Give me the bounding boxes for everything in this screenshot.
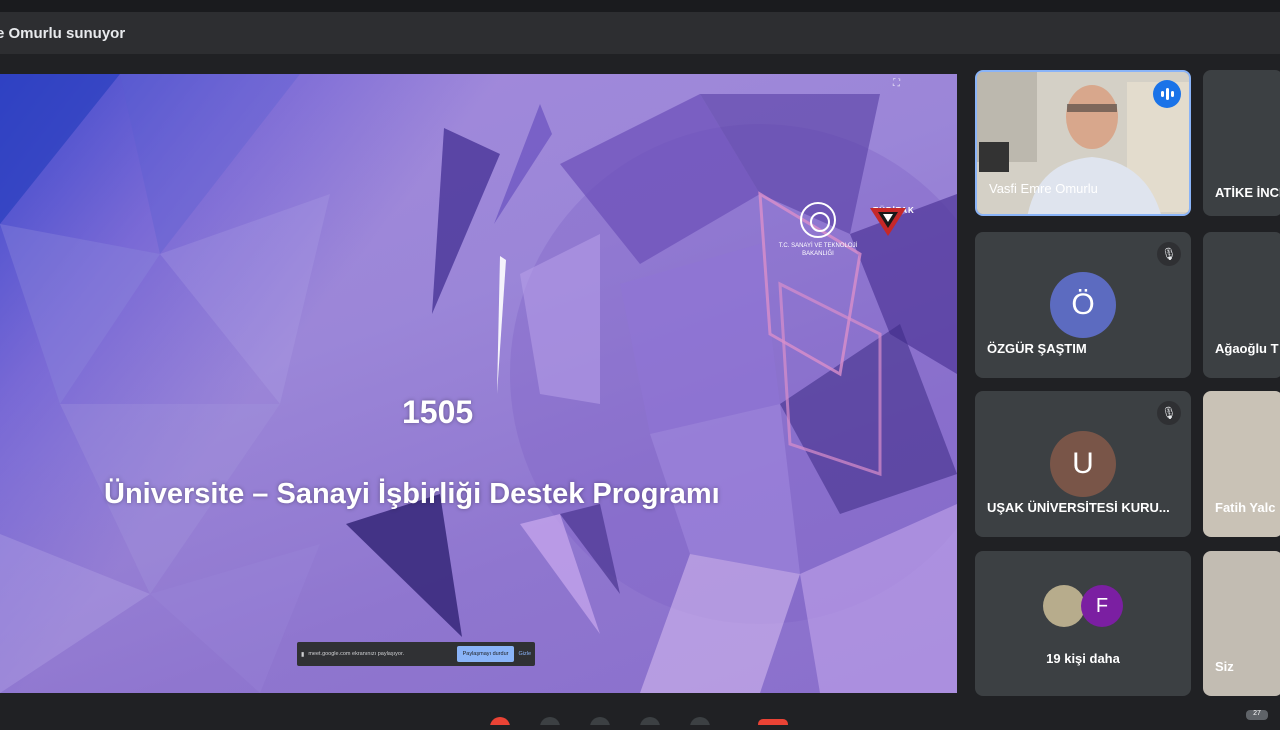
avatar: U: [1050, 431, 1116, 497]
participant-name: Vasfi Emre Omurlu: [989, 181, 1098, 196]
participant-name: ÖZGÜR ŞAŞTIM: [987, 341, 1087, 356]
participant-name: Fatih Yalc: [1215, 500, 1276, 515]
participant-tile-agaoglu[interactable]: Ağaoğlu T: [1203, 232, 1280, 378]
tubitak-logo: TÜBİTAK: [868, 204, 920, 236]
share-bar-text: meet.google.com ekranınızı paylaşıyor.: [308, 651, 405, 657]
slide-number: 1505: [402, 394, 474, 430]
avatar: Ö: [1050, 272, 1116, 338]
participant-tile-self[interactable]: Siz: [1203, 551, 1280, 696]
mic-off-icon: 🎙: [1157, 401, 1181, 425]
stop-sharing-button[interactable]: Paylaşmayı durdur: [456, 646, 515, 662]
top-strip: [0, 0, 1280, 12]
presentation-stage[interactable]: ⛶ T.C. SANAYİ VE TEKNOLOJİ BAKANLIĞI TÜB…: [0, 74, 957, 693]
ministry-logo: T.C. SANAYİ VE TEKNOLOJİ BAKANLIĞI: [778, 202, 858, 258]
participant-count-badge[interactable]: 27: [1246, 710, 1268, 720]
mic-off-icon: 🎙: [1157, 242, 1181, 266]
thumbnail-avatar: [1043, 585, 1085, 627]
avatar: F: [1081, 585, 1123, 627]
more-participants-label: 19 kişi daha: [1046, 651, 1120, 666]
participant-tile-usak[interactable]: 🎙 U UŞAK ÜNİVERSİTESİ KURU...: [975, 391, 1191, 537]
expand-icon[interactable]: ⛶: [893, 78, 900, 89]
participant-name: Siz: [1215, 659, 1234, 674]
slide-background-art: [0, 74, 957, 693]
hide-button[interactable]: Gizle: [518, 651, 531, 657]
participant-tile-fatih[interactable]: Fatih Yalc: [1203, 391, 1280, 537]
participant-name: Ağaoğlu T: [1215, 341, 1279, 356]
participant-tile-more[interactable]: F 19 kişi daha: [975, 551, 1191, 696]
participant-tile-atike[interactable]: ATİKE İNCE: [1203, 70, 1280, 216]
presenter-header: e Omurlu sunuyor: [0, 12, 1280, 54]
screen-share-bar: ▮ meet.google.com ekranınızı paylaşıyor.…: [297, 642, 535, 666]
speaking-indicator-icon: [1153, 80, 1181, 108]
participant-tile-ozgur[interactable]: 🎙 Ö ÖZGÜR ŞAŞTIM: [975, 232, 1191, 378]
tubitak-emblem-icon: [870, 208, 906, 236]
control-bar-hint: [490, 712, 790, 730]
participant-name: UŞAK ÜNİVERSİTESİ KURU...: [987, 500, 1170, 515]
slide-title: Üniversite – Sanayi İşbirliği Destek Pro…: [104, 478, 720, 510]
presenter-label: e Omurlu sunuyor: [0, 24, 126, 42]
participant-name: ATİKE İNCE: [1215, 185, 1280, 200]
participant-tile-vasfi[interactable]: Vasfi Emre Omurlu: [975, 70, 1191, 216]
share-indicator-icon: ▮: [301, 651, 305, 658]
